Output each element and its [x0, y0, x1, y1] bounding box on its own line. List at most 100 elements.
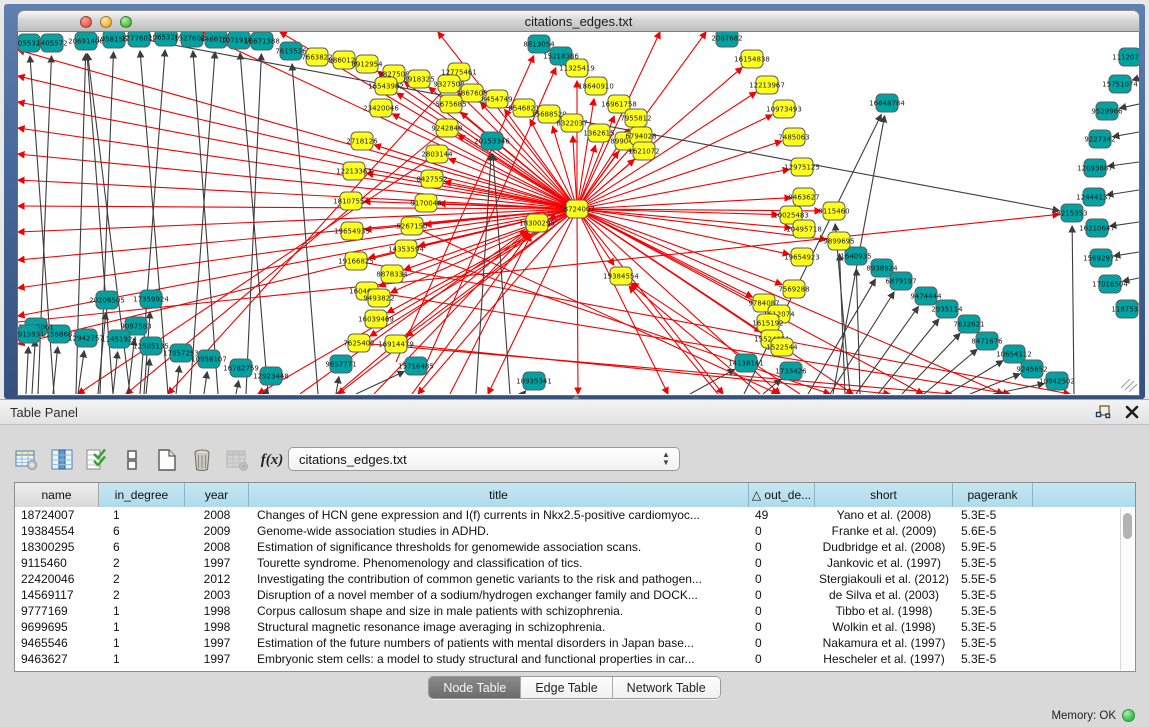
graph-node[interactable]: 8427552: [416, 170, 447, 188]
graph-node[interactable]: 15751074: [1102, 75, 1138, 93]
graph-node[interactable]: 16210647: [1079, 219, 1115, 237]
column-header-out_degree[interactable]: △ out_de...: [749, 483, 815, 507]
graph-node[interactable]: 1187533: [1111, 300, 1139, 318]
float-panel-icon[interactable]: [1095, 404, 1111, 425]
table-row[interactable]: 1872400712008Changes of HCN gene express…: [15, 507, 1135, 523]
table-row[interactable]: 946362711997Embryonic stem cells: a mode…: [15, 651, 1135, 667]
network-view[interactable]: 2055327140557220691406195815621277602210…: [17, 32, 1140, 396]
graph-node[interactable]: 19384554: [603, 267, 639, 285]
table-row[interactable]: 1456911722003Disruption of a novel membe…: [15, 587, 1135, 603]
cell-year: 1998: [185, 619, 249, 635]
graph-node[interactable]: 19654935: [334, 222, 370, 240]
status-bar: Memory: OK: [0, 703, 1149, 727]
graph-node[interactable]: 9115460: [818, 202, 849, 220]
graph-node[interactable]: 7569288: [778, 280, 809, 298]
graph-node[interactable]: 9899695: [823, 232, 854, 250]
graph-node[interactable]: 1621072: [628, 142, 659, 160]
table-settings-icon[interactable]: [14, 447, 40, 473]
tab-network-table[interactable]: Network Table: [613, 677, 720, 698]
graph-node[interactable]: 8215353: [1056, 204, 1087, 222]
scrollbar-thumb[interactable]: [1123, 513, 1132, 539]
graph-node[interactable]: 18935341: [516, 372, 552, 390]
graph-node[interactable]: 17016504: [1092, 275, 1128, 293]
graph-node[interactable]: 15692971: [1083, 249, 1119, 267]
graph-node[interactable]: 16154838: [734, 50, 770, 68]
graph-node[interactable]: 7625402: [343, 334, 374, 352]
column-header-title[interactable]: title: [249, 483, 749, 507]
graph-node[interactable]: 1615192: [752, 314, 783, 332]
column-header-in_degree[interactable]: in_degree: [99, 483, 185, 507]
delete-table-icon[interactable]: [189, 447, 215, 473]
node-table: namein_degreeyeartitle△ out_de...shortpa…: [14, 482, 1136, 672]
graph-node[interactable]: 5675685: [435, 95, 466, 113]
graph-node[interactable]: 1522544: [766, 338, 798, 356]
network-graph[interactable]: 2055327140557220691406195815621277602210…: [18, 32, 1139, 394]
row-selection-icon[interactable]: [84, 447, 110, 473]
column-header-short[interactable]: short: [815, 483, 953, 507]
graph-node[interactable]: 2718126: [346, 132, 378, 150]
tab-edge-table[interactable]: Edge Table: [521, 677, 612, 698]
graph-edge: [78, 351, 84, 394]
tab-node-table[interactable]: Node Table: [429, 677, 521, 698]
graph-node[interactable]: 19166825: [338, 252, 374, 270]
graph-node[interactable]: 9242848: [431, 119, 462, 137]
column-header-year[interactable]: year: [185, 483, 249, 507]
column-header-name[interactable]: name: [15, 483, 99, 507]
graph-node[interactable]: 9857771: [325, 355, 356, 373]
graph-node[interactable]: 10942502: [1039, 372, 1075, 390]
vertical-scrollbar[interactable]: [1120, 508, 1134, 670]
graph-node[interactable]: 1405572: [36, 34, 67, 52]
graph-node[interactable]: 9463627: [788, 188, 819, 206]
show-columns-icon[interactable]: [49, 447, 75, 473]
network-frame-titlebar[interactable]: citations_edges.txt: [17, 10, 1140, 32]
graph-node[interactable]: 12444137: [1076, 188, 1112, 206]
graph-edge: [577, 141, 782, 209]
table-source-dropdown[interactable]: citations_edges.txt ▲▼: [288, 447, 680, 471]
import-table-icon[interactable]: [119, 447, 145, 473]
graph-node[interactable]: 9493822: [363, 289, 394, 307]
graph-node[interactable]: 8918325: [403, 70, 434, 88]
function-builder-icon[interactable]: f(x): [259, 447, 285, 473]
table-row[interactable]: 946554611997Estimation of the future num…: [15, 635, 1135, 651]
graph-node-label: 16914479: [378, 341, 414, 349]
graph-node[interactable]: 12213967: [749, 76, 785, 94]
graph-node[interactable]: 7632621: [953, 315, 984, 333]
graph-node[interactable]: 7485063: [778, 128, 809, 146]
resize-grip-icon[interactable]: [1121, 379, 1137, 392]
graph-node[interactable]: 1733426: [775, 362, 807, 380]
graph-node[interactable]: 6879197: [885, 272, 916, 290]
close-panel-icon[interactable]: [1125, 405, 1139, 424]
graph-node-label: 9529966: [1091, 108, 1123, 116]
graph-node[interactable]: 5267150: [396, 217, 427, 235]
cell-out_degree: 0: [749, 619, 815, 635]
table-row[interactable]: 2242004622012Investigating the contribut…: [15, 571, 1135, 587]
graph-node[interactable]: 2935114: [931, 300, 963, 318]
table-row[interactable]: 977716911998Corpus callosum shape and si…: [15, 603, 1135, 619]
table-row[interactable]: 969969511998Structural magnetic resonanc…: [15, 619, 1135, 635]
graph-node[interactable]: 9227342: [1084, 130, 1115, 148]
memory-status-icon[interactable]: [1122, 709, 1135, 722]
new-document-icon[interactable]: [154, 447, 180, 473]
graph-node[interactable]: 12213363: [336, 162, 372, 180]
graph-node[interactable]: 7955812: [620, 109, 651, 127]
graph-node[interactable]: 2087682: [711, 32, 742, 47]
table-row[interactable]: 1830029562008Estimation of significance …: [15, 539, 1135, 555]
graph-node[interactable]: 12093887: [1077, 159, 1113, 177]
graph-node[interactable]: 18640910: [578, 77, 614, 95]
delete-columns-disabled-icon[interactable]: [224, 447, 250, 473]
table-row[interactable]: 911546021997Tourette syndrome. Phenomeno…: [15, 555, 1135, 571]
graph-node[interactable]: 8471676: [971, 332, 1003, 350]
graph-node[interactable]: 16648784: [869, 94, 905, 112]
graph-node[interactable]: 9529966: [1091, 102, 1123, 120]
graph-node[interactable]: 14353594: [388, 240, 424, 258]
graph-node[interactable]: 16914479: [378, 335, 414, 353]
graph-node[interactable]: 20153346: [474, 132, 510, 150]
graph-node[interactable]: 11120744: [1112, 48, 1139, 66]
graph-node[interactable]: 9245652: [1016, 360, 1047, 378]
table-row[interactable]: 1938455462009Genome-wide association stu…: [15, 523, 1135, 539]
cell-pagerank: 5.3E-5: [953, 603, 1033, 619]
column-header-pagerank[interactable]: pagerank: [953, 483, 1033, 507]
graph-node[interactable]: 8878334: [376, 265, 408, 283]
graph-node[interactable]: 9170046: [410, 194, 442, 212]
graph-node[interactable]: 2803144: [421, 145, 453, 163]
